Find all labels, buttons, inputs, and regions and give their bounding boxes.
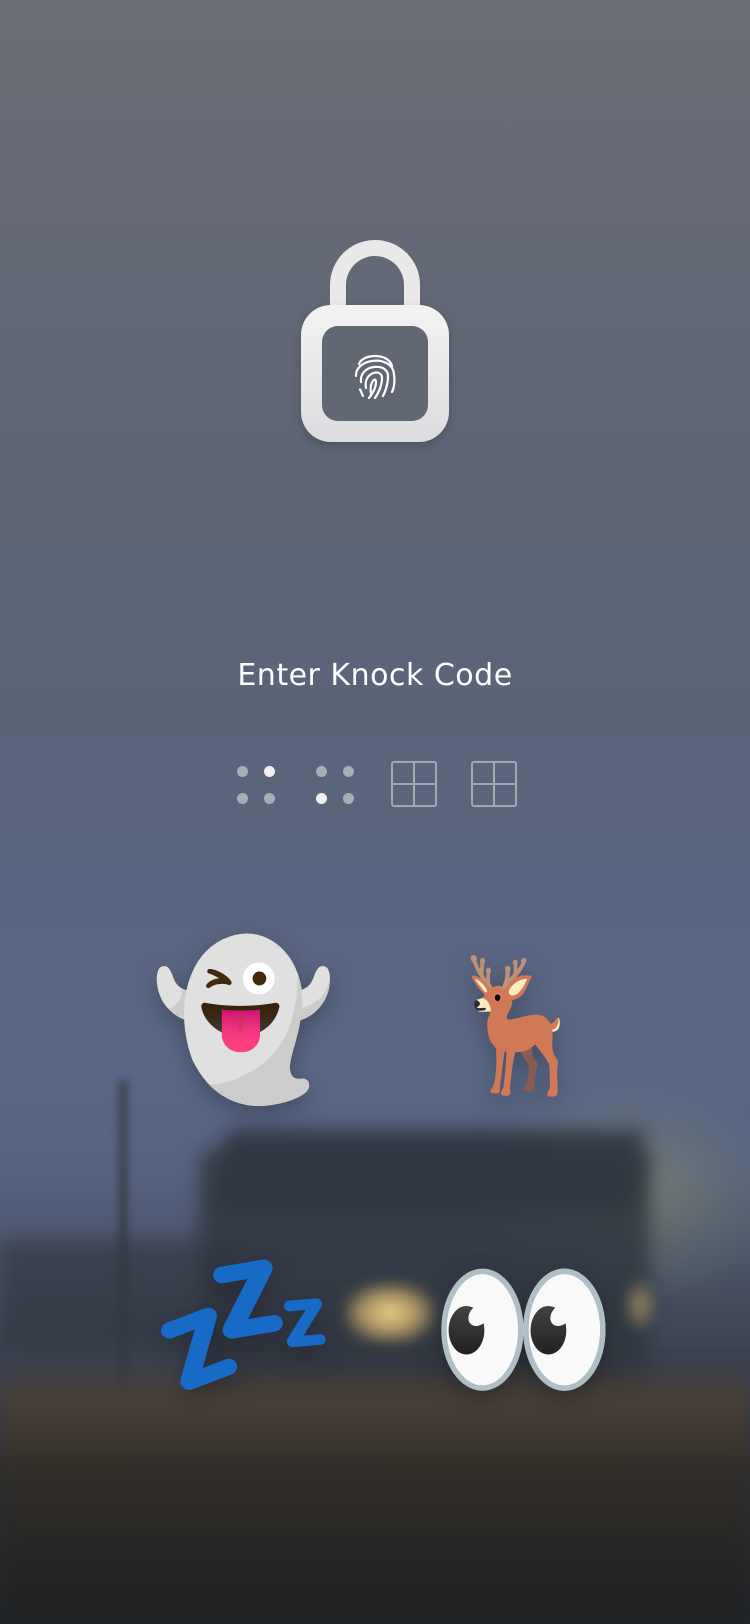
knock-dot-active [264,766,275,777]
knock-code-prompt: Enter Knock Code [237,658,513,693]
knock-dot [237,766,248,777]
lock-screen: Enter Knock Code 👻 🦌 💤 👀 [0,0,750,1624]
knock-dot [316,766,327,777]
zzz-emoji-glyph: 💤 [150,1238,337,1412]
knock-dot [343,793,354,804]
zzz-emoji: 💤 [150,1250,337,1400]
padlock-body [301,305,449,442]
knock-grid-icon [391,760,439,810]
knock-dot [237,793,248,804]
grid-divider-horizontal [473,783,515,785]
padlock-inner-panel [322,326,428,421]
background-window-light-2 [625,1280,655,1330]
background-ground [0,1360,750,1624]
ghost-emoji: 👻 [150,945,337,1095]
ghost-emoji-glyph: 👻 [150,933,337,1107]
eyes-emoji: 👀 [430,1255,617,1405]
knock-code-indicator [232,760,522,810]
knock-dot [343,766,354,777]
deer-emoji-glyph: 🦌 [440,949,602,1101]
knock-dot [264,793,275,804]
knock-grid-box [391,761,437,807]
fingerprint-icon [354,354,396,400]
grid-divider-horizontal [393,783,435,785]
eyes-emoji-glyph: 👀 [430,1243,617,1417]
knock-grid-box [471,761,517,807]
knock-dots-icon [232,760,280,810]
deer-emoji: 🦌 [440,960,602,1090]
knock-grid-icon [471,760,519,810]
knock-dots-icon [311,760,359,810]
background-pole [118,1080,128,1400]
background-window-light [345,1283,435,1343]
knock-dot-active [316,793,327,804]
unlocked-padlock-fingerprint-icon[interactable] [301,240,449,442]
